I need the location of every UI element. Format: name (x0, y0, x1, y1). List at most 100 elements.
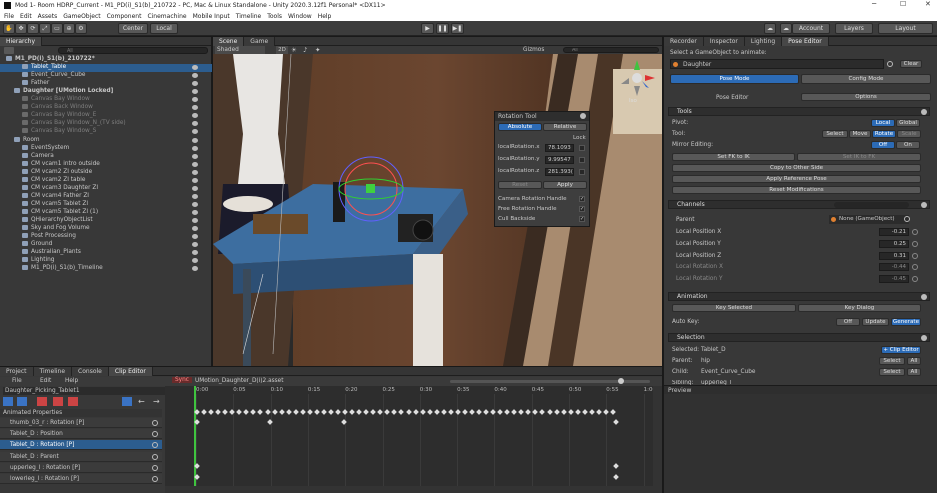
layout-dropdown[interactable]: Layout (878, 23, 933, 34)
pivot-local-button[interactable]: Local (150, 23, 178, 34)
menu-mobile-input[interactable]: Mobile Input (193, 13, 230, 20)
channel-key-icon[interactable] (912, 264, 918, 271)
tab-game[interactable]: Game (244, 36, 276, 46)
lock-checkbox[interactable] (579, 145, 585, 151)
tool-scale-button[interactable]: Scale (897, 130, 921, 138)
hierarchy-row[interactable]: CM vcam4 Father ZI (0, 192, 212, 201)
help-icon[interactable] (921, 335, 927, 341)
2d-toggle[interactable]: 2D (276, 46, 288, 54)
apply-button[interactable]: Apply (543, 181, 587, 189)
account-dropdown[interactable]: Account (792, 23, 830, 34)
next-key-icon[interactable]: → (153, 397, 165, 406)
lock-checkbox[interactable] (579, 169, 585, 175)
menu-window[interactable]: Window (288, 13, 312, 20)
sync-toggle[interactable]: Sync (172, 377, 192, 383)
auto-key-off[interactable]: Off (836, 318, 860, 326)
config-mode-tab[interactable]: Config Mode (801, 74, 931, 84)
clip-menu-edit[interactable]: Edit (40, 378, 51, 384)
channel-value-field[interactable]: 0.25 (879, 239, 909, 248)
reset-modifications-button[interactable]: Reset Modifications (672, 186, 921, 194)
audio-toggle-icon[interactable]: ♪ (303, 46, 311, 54)
rect-tool-icon[interactable]: ▭ (51, 23, 63, 34)
lighting-toggle-icon[interactable]: ☀ (291, 46, 299, 54)
pause-icon[interactable]: ❚❚ (436, 23, 449, 34)
menu-tools[interactable]: Tools (267, 13, 282, 20)
hierarchy-row[interactable]: CM vcam2 ZI outside (0, 168, 212, 177)
absolute-button[interactable]: Absolute (498, 123, 542, 131)
visibility-eye-icon[interactable] (192, 137, 198, 143)
selection-section-header[interactable]: Selection (668, 333, 930, 342)
object-field[interactable]: Daughter (670, 59, 884, 69)
channel-key-icon[interactable] (912, 240, 918, 247)
tool-select-button[interactable]: Select (822, 130, 848, 138)
visibility-eye-icon[interactable] (192, 250, 198, 256)
auto-key-update[interactable]: Update (862, 318, 889, 326)
visibility-eye-icon[interactable] (192, 121, 198, 127)
hierarchy-row[interactable]: M1_PD(i)_S1(b)_210722* (0, 56, 212, 64)
hierarchy-row[interactable]: Event_Curve_Cube (0, 72, 212, 80)
option-checkbox[interactable]: ✓ (579, 216, 585, 222)
hierarchy-row[interactable]: Lighting (0, 257, 212, 265)
visibility-eye-icon[interactable] (192, 185, 198, 191)
hierarchy-row[interactable]: CM vcam5 Tablet ZI (0, 200, 212, 209)
channel-value-field[interactable]: 0.31 (879, 251, 909, 260)
visibility-eye-icon[interactable] (192, 169, 198, 175)
visibility-eye-icon[interactable] (192, 113, 198, 119)
auto-key-generate[interactable]: Generate (891, 318, 921, 326)
hierarchy-row[interactable]: Father (0, 80, 212, 88)
tool-rotate-button[interactable]: Rotate (872, 130, 896, 138)
key-icon[interactable] (17, 397, 27, 406)
custom-tool-icon[interactable]: ⚙ (75, 23, 87, 34)
collab-icon[interactable]: ☁ (764, 23, 776, 34)
visibility-eye-icon[interactable] (192, 161, 198, 167)
tools-section-header[interactable]: Tools (668, 107, 930, 116)
channel-value-field[interactable]: -0.21 (879, 228, 909, 236)
track-settings-icon[interactable] (152, 464, 158, 471)
track-row[interactable]: lowerleg_l : Rotation [P] (0, 474, 162, 484)
view-gizmo[interactable]: Iso (615, 56, 659, 106)
track-row[interactable]: upperleg_l : Rotation [P] (0, 462, 162, 473)
hierarchy-row[interactable]: Canvas Back Window (0, 104, 212, 112)
tab-inspector[interactable]: Inspector (703, 36, 745, 46)
options-subtab[interactable]: Options (801, 93, 931, 101)
play-icon[interactable]: ▶ (421, 23, 434, 34)
visibility-eye-icon[interactable] (192, 73, 198, 79)
rotation-value-field[interactable]: 78.1093 (545, 144, 574, 152)
relative-button[interactable]: Relative (543, 123, 587, 131)
close-icon[interactable]: ✕ (925, 0, 931, 8)
option-checkbox[interactable]: ✓ (579, 206, 585, 212)
prev-key-icon[interactable]: ← (138, 397, 150, 406)
pose-editor-subtab[interactable]: Pose Editor (716, 95, 748, 101)
channels-search-input[interactable] (834, 202, 909, 208)
help-icon[interactable] (921, 109, 927, 115)
menu-timeline[interactable]: Timeline (236, 13, 262, 20)
hierarchy-row[interactable]: Australian_Plants (0, 249, 212, 257)
pivot-center-button[interactable]: Center (118, 23, 148, 34)
apply-reference-pose-button[interactable]: Apply Reference Pose (672, 175, 921, 183)
horizontal-scrollbar[interactable] (165, 486, 653, 493)
set-ik-to-fk-button[interactable]: Set IK to FK (797, 153, 921, 161)
select-parent-button[interactable]: Select (879, 357, 905, 365)
help-icon[interactable] (921, 294, 927, 300)
key-dialog-button[interactable]: Key Dialog (798, 304, 921, 312)
select-all-child-button[interactable]: All (907, 368, 921, 376)
hierarchy-row[interactable]: CM vcam2 ZI table (0, 176, 212, 185)
help-icon[interactable] (921, 202, 927, 208)
reset-button[interactable]: Reset (498, 181, 542, 189)
hierarchy-row[interactable]: EventSystem (0, 144, 212, 153)
menu-file[interactable]: File (4, 13, 14, 20)
hierarchy-row[interactable]: Canvas Bay Window_S (0, 128, 212, 136)
tab-lighting[interactable]: Lighting (744, 36, 783, 46)
visibility-eye-icon[interactable] (192, 97, 198, 103)
pivot-local-toggle[interactable]: Local (871, 119, 895, 127)
hierarchy-row[interactable]: Room (0, 136, 212, 145)
scale-tool-icon[interactable]: ⤢ (39, 23, 51, 34)
hierarchy-row[interactable]: CM vcam1 intro outside (0, 160, 212, 169)
gizmos-dropdown[interactable]: Gizmos (523, 46, 555, 54)
minimize-icon[interactable]: ─ (872, 0, 876, 8)
menu-assets[interactable]: Assets (38, 13, 58, 20)
select-all-parent-button[interactable]: All (907, 357, 921, 365)
channel-value-field[interactable]: -0.44 (879, 263, 909, 272)
clear-button[interactable]: Clear (900, 60, 922, 68)
rotation-value-field[interactable]: 281.393( (545, 168, 574, 176)
